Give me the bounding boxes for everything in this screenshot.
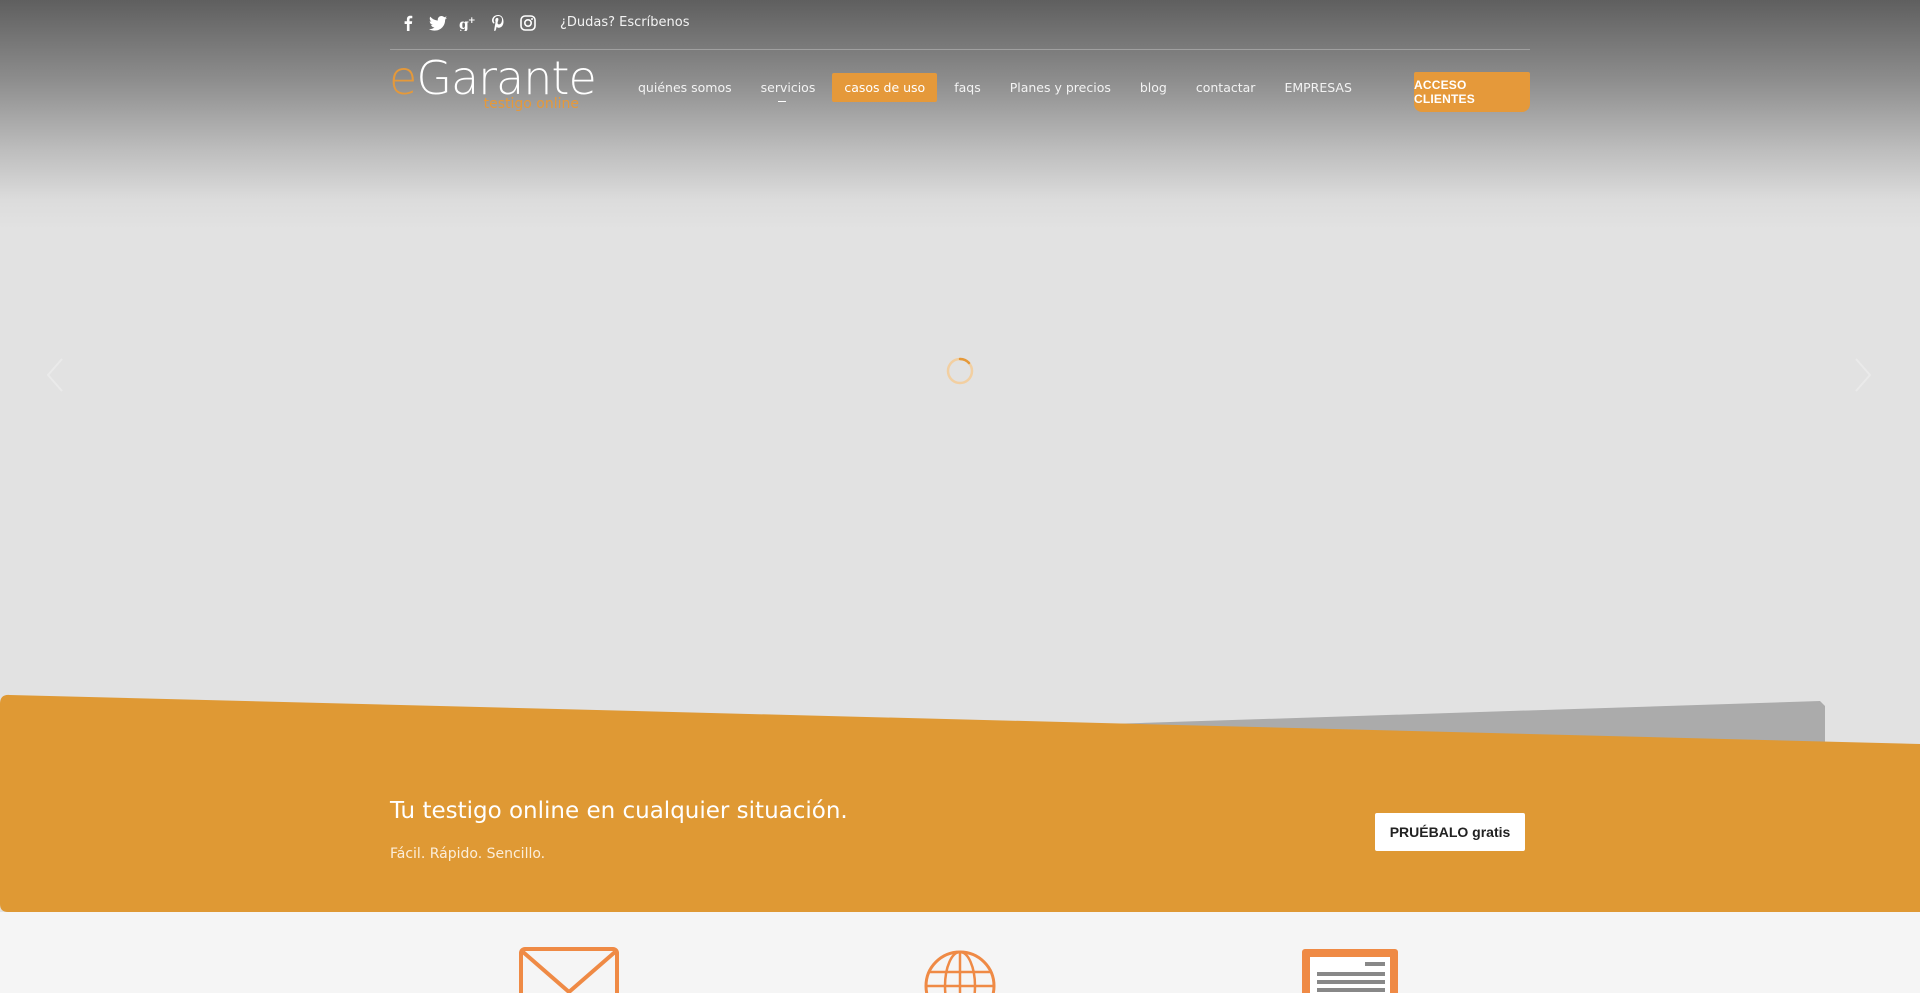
nav-item-blog[interactable]: blog <box>1128 73 1179 102</box>
nav-item-contactar[interactable]: contactar <box>1184 73 1268 102</box>
instagram-icon[interactable] <box>518 12 538 34</box>
contact-link[interactable]: ¿Dudas? Escríbenos <box>560 15 689 30</box>
nav-item-casos-de-uso[interactable]: casos de uso <box>832 72 938 102</box>
facebook-icon[interactable] <box>398 12 418 34</box>
top-bar: g + ¿Dudas? Escríbenos <box>390 0 1530 50</box>
document-icon <box>1295 946 1405 993</box>
twitter-icon[interactable] <box>428 12 448 34</box>
nav-item-servicios[interactable]: servicios <box>749 73 828 102</box>
slider-prev-arrow-icon[interactable] <box>42 355 72 395</box>
nav-item-faqs[interactable]: faqs <box>942 73 993 102</box>
pinterest-icon[interactable] <box>488 12 508 34</box>
nav-item-planes-precios[interactable]: Planes y precios <box>998 73 1123 102</box>
social-links: g + <box>398 12 538 34</box>
logo-tagline: testigo online <box>483 96 579 112</box>
slider-next-arrow-icon[interactable] <box>1846 355 1876 395</box>
cta-banner: Tu testigo online en cualquier situación… <box>0 694 1920 924</box>
client-access-button[interactable]: ACCESO CLIENTES <box>1414 72 1530 112</box>
google-plus-icon[interactable]: g + <box>458 12 478 34</box>
envelope-icon <box>515 946 625 993</box>
logo-prefix: e <box>389 51 417 105</box>
try-free-button[interactable]: PRUÉBALO gratis <box>1375 813 1525 851</box>
globe-icon <box>905 946 1015 993</box>
main-nav: quiénes somos servicios casos de uso faq… <box>626 72 1369 102</box>
logo[interactable]: eGarante testigo online <box>389 50 597 120</box>
nav-item-quienes-somos[interactable]: quiénes somos <box>626 73 744 102</box>
loading-spinner-icon <box>945 356 975 386</box>
banner-subtitle: Fácil. Rápido. Sencillo. <box>390 846 546 862</box>
svg-text:+: + <box>468 16 476 26</box>
nav-item-empresas[interactable]: EMPRESAS <box>1272 73 1363 102</box>
banner-title: Tu testigo online en cualquier situación… <box>390 798 848 824</box>
